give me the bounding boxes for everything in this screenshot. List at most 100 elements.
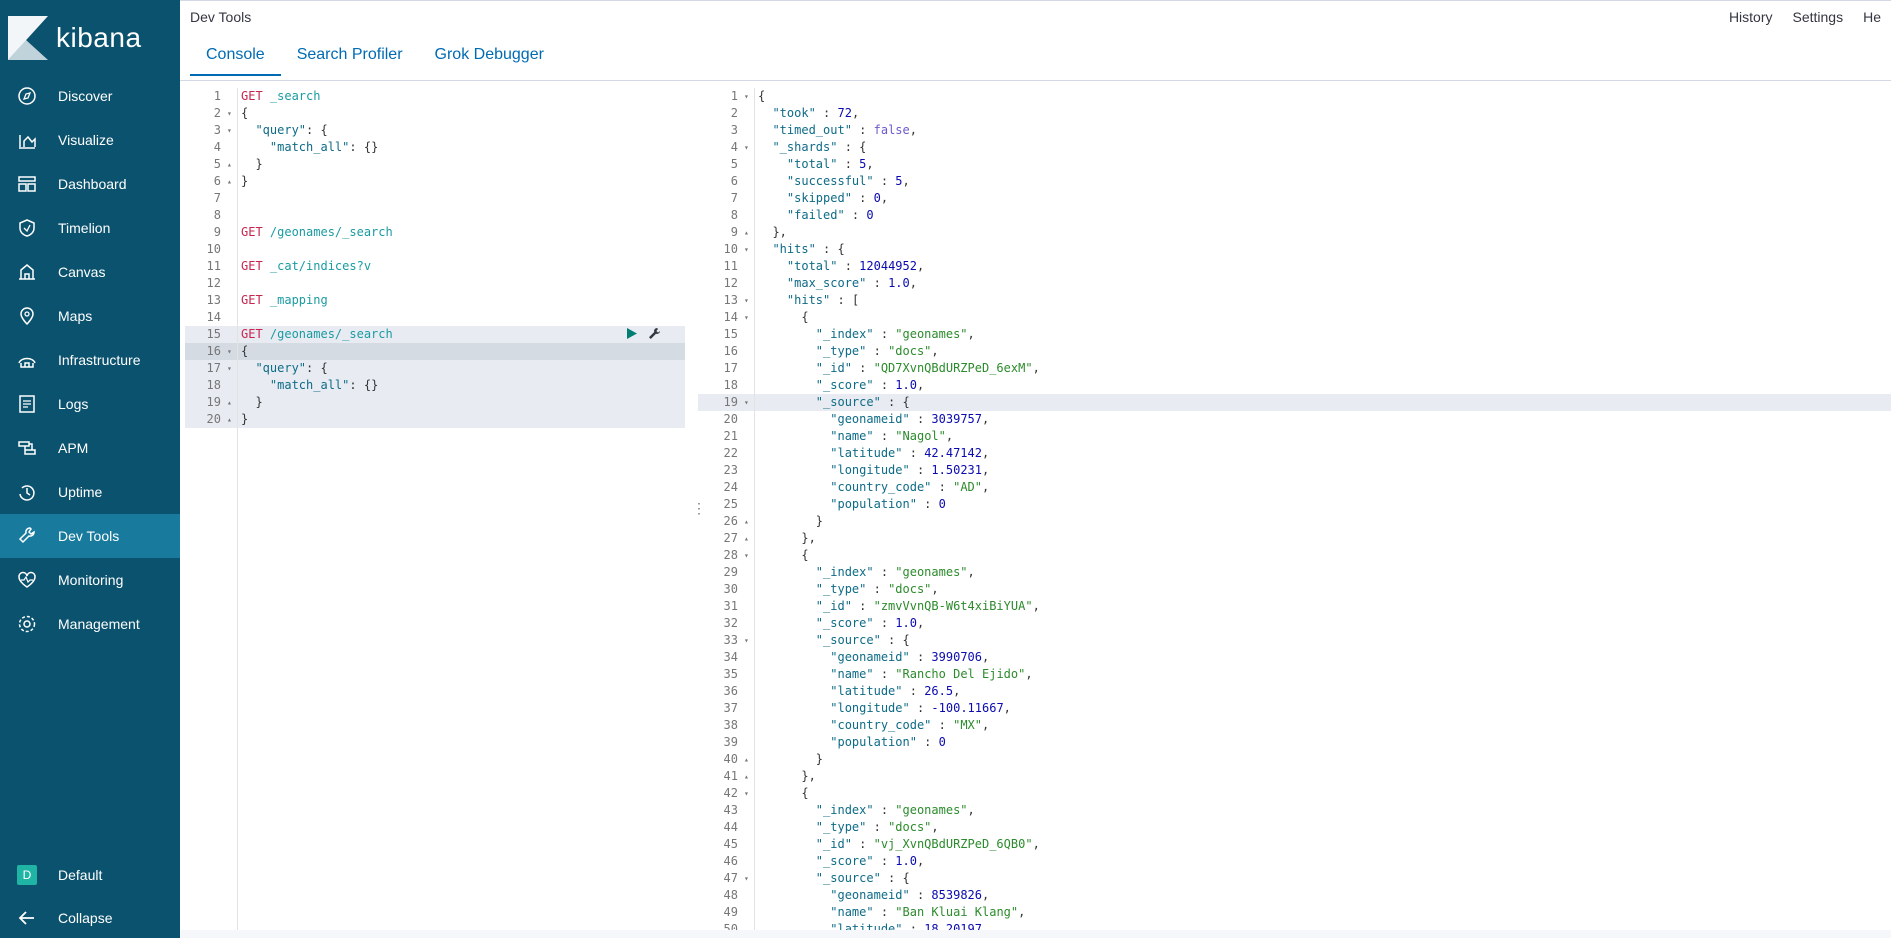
- line-number: 13: [723, 293, 738, 307]
- line-number: 17: [206, 361, 221, 375]
- code-line: }: [241, 412, 249, 426]
- code-line: },: [758, 225, 787, 239]
- code-line: "hits" : [: [786, 293, 860, 307]
- line-number: 9: [213, 225, 221, 239]
- code-line: "total" : 12044952,: [786, 259, 925, 273]
- line-number: 36: [723, 684, 738, 698]
- line-number: 27: [723, 531, 738, 545]
- sidebar-item-label: Timelion: [58, 220, 111, 236]
- fold-toggle-icon[interactable]: ▾: [227, 360, 232, 377]
- collapse-button[interactable]: Collapse: [0, 898, 180, 938]
- sidebar-item-logs[interactable]: Logs: [0, 384, 180, 424]
- tab-search-profiler[interactable]: Search Profiler: [281, 40, 419, 76]
- fold-toggle-icon[interactable]: ▴: [744, 530, 749, 547]
- fold-toggle-icon[interactable]: ▾: [744, 785, 749, 802]
- sidebar-item-label: APM: [58, 440, 89, 456]
- tab-console[interactable]: Console: [190, 40, 281, 76]
- help-link[interactable]: He: [1853, 9, 1891, 25]
- sidebar-item-apm[interactable]: APM: [0, 428, 180, 468]
- line-number: 38: [723, 718, 738, 732]
- line-number: 20: [723, 412, 738, 426]
- sidebar-item-label: Logs: [58, 396, 89, 412]
- sidebar-item-uptime[interactable]: Uptime: [0, 472, 180, 512]
- line-number: 29: [723, 565, 738, 579]
- bottom-bar: [180, 930, 1891, 938]
- space-selector[interactable]: D Default: [0, 855, 180, 895]
- line-number: 12: [723, 276, 738, 290]
- code-line: }: [758, 752, 824, 766]
- code-line: }: [241, 174, 249, 188]
- fold-toggle-icon[interactable]: ▾: [744, 309, 749, 326]
- line-number: 4: [213, 140, 221, 154]
- settings-link[interactable]: Settings: [1783, 9, 1854, 25]
- fold-toggle-icon[interactable]: ▴: [744, 768, 749, 785]
- fold-toggle-icon[interactable]: ▾: [744, 870, 749, 887]
- line-number: 44: [723, 820, 738, 834]
- sidebar-item-discover[interactable]: Discover: [0, 76, 180, 116]
- fold-toggle-icon[interactable]: ▴: [227, 173, 232, 190]
- fold-toggle-icon[interactable]: ▾: [744, 241, 749, 258]
- fold-toggle-icon[interactable]: ▴: [227, 394, 232, 411]
- fold-toggle-icon[interactable]: ▴: [744, 224, 749, 241]
- line-number: 33: [723, 633, 738, 647]
- sidebar-item-canvas[interactable]: Canvas: [0, 252, 180, 292]
- line-number: 47: [723, 871, 738, 885]
- sidebar-item-maps[interactable]: Maps: [0, 296, 180, 336]
- fold-toggle-icon[interactable]: ▾: [744, 139, 749, 156]
- fold-toggle-icon[interactable]: ▾: [227, 122, 232, 139]
- response-viewer[interactable]: 1 ▾ {2 "took" : 72, 3 "timed_out" : false, 4…: [698, 88, 1891, 936]
- fold-toggle-icon[interactable]: ▾: [227, 343, 232, 360]
- sidebar-item-visualize[interactable]: Visualize: [0, 120, 180, 160]
- code-line: {: [758, 548, 809, 562]
- fold-toggle-icon[interactable]: ▾: [744, 632, 749, 649]
- fold-toggle-icon[interactable]: ▾: [227, 105, 232, 122]
- line-number: 2: [213, 106, 221, 120]
- fold-toggle-icon[interactable]: ▴: [744, 751, 749, 768]
- line-number: 5: [213, 157, 221, 171]
- code-line: GET _cat/indices?v: [241, 259, 372, 273]
- sidebar-item-label: Discover: [58, 88, 113, 104]
- wrench-icon[interactable]: [648, 327, 661, 343]
- line-number: 28: [723, 548, 738, 562]
- fold-toggle-icon[interactable]: ▾: [744, 547, 749, 564]
- sidebar-item-label: Visualize: [58, 132, 114, 148]
- line-number: 3: [730, 123, 738, 137]
- compass-icon: [16, 85, 38, 107]
- kibana-logo[interactable]: kibana: [8, 14, 142, 62]
- sidebar-item-label: Uptime: [58, 484, 103, 500]
- line-number: 16: [723, 344, 738, 358]
- tab-grok-debugger[interactable]: Grok Debugger: [419, 40, 560, 76]
- line-number: 2: [730, 106, 738, 120]
- line-number: 8: [730, 208, 738, 222]
- line-number: 12: [206, 276, 221, 290]
- history-link[interactable]: History: [1719, 9, 1783, 25]
- fold-toggle-icon[interactable]: ▴: [744, 513, 749, 530]
- fold-toggle-icon[interactable]: ▴: [227, 411, 232, 428]
- fold-toggle-icon[interactable]: ▾: [744, 292, 749, 309]
- code-line: "query": {: [255, 123, 328, 137]
- sidebar-item-dev-tools[interactable]: Dev Tools: [0, 514, 180, 558]
- request-gutter-border: [237, 88, 238, 933]
- line-number: 13: [206, 293, 221, 307]
- fold-toggle-icon[interactable]: ▾: [744, 88, 749, 105]
- request-editor[interactable]: 1 GET _search 2 ▾ {3 ▾ "query": {4 "match_all…: [185, 88, 685, 933]
- sidebar-item-management[interactable]: Management: [0, 604, 180, 644]
- sidebar-item-monitoring[interactable]: Monitoring: [0, 560, 180, 600]
- arrow-left-icon: [16, 907, 38, 929]
- code-line: "_index" : "geonames",: [815, 565, 975, 579]
- sidebar-item-timelion[interactable]: Timelion: [0, 208, 180, 248]
- code-line: "population" : 0: [830, 735, 946, 749]
- uptime-icon: [16, 481, 38, 503]
- sidebar-item-infrastructure[interactable]: Infrastructure: [0, 340, 180, 380]
- space-label: Default: [58, 867, 103, 883]
- play-icon[interactable]: [625, 327, 638, 343]
- code-line: GET _mapping: [241, 293, 328, 307]
- line-number: 11: [206, 259, 221, 273]
- dashboard-icon: [16, 173, 38, 195]
- logs-icon: [16, 393, 38, 415]
- fold-toggle-icon[interactable]: ▴: [227, 156, 232, 173]
- line-number: 15: [723, 327, 738, 341]
- code-line: "match_all": {}: [269, 378, 379, 392]
- sidebar-item-dashboard[interactable]: Dashboard: [0, 164, 180, 204]
- fold-toggle-icon[interactable]: ▾: [744, 394, 749, 411]
